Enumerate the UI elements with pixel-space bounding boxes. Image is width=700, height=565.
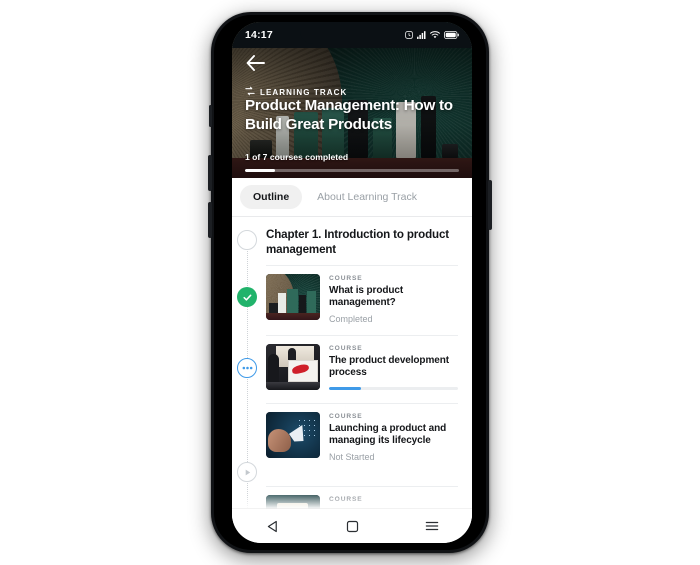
outline-list[interactable]: Chapter 1. Introduction to product manag… xyxy=(232,217,472,520)
hero-progress-label: 1 of 7 courses completed xyxy=(245,152,349,162)
phone-frame: LEARNING TRACK Product Management: How t… xyxy=(208,12,492,553)
course-kicker: COURSE xyxy=(329,496,363,503)
course-thumbnail xyxy=(266,344,320,390)
status-icons xyxy=(395,26,459,44)
course-row-launching-a-product[interactable]: COURSE Launching a product and managing … xyxy=(266,403,458,462)
course-name: Launching a product and managing its lif… xyxy=(329,423,447,447)
volume-down-button[interactable] xyxy=(208,202,212,238)
mute-switch[interactable] xyxy=(209,105,212,127)
nav-home-icon[interactable] xyxy=(332,513,372,539)
hero-progress-fill xyxy=(245,169,275,172)
in-progress-dots-icon xyxy=(242,366,252,370)
wifi-icon xyxy=(430,26,440,44)
android-nav-bar xyxy=(232,509,472,543)
course-thumbnail xyxy=(266,412,320,458)
check-icon xyxy=(242,294,251,301)
course-row-the-product-development-process[interactable]: COURSE The product development process xyxy=(266,335,458,391)
cellular-signal-icon xyxy=(417,26,426,44)
course-name: What is product management? xyxy=(329,285,404,309)
hand-digital-rocket-thumbnail xyxy=(266,412,320,458)
phone-screen: LEARNING TRACK Product Management: How t… xyxy=(232,22,472,543)
tab-bar: Outline About Learning Track xyxy=(232,178,472,216)
photo-studio-monitor-thumbnail xyxy=(266,344,320,390)
course-status: Completed xyxy=(329,313,373,324)
volume-up-button[interactable] xyxy=(208,155,212,191)
course-row-what-is-product-management[interactable]: COURSE What is product management? Compl… xyxy=(266,265,458,324)
power-button[interactable] xyxy=(488,180,492,230)
course-progress-fill xyxy=(329,386,362,391)
green-product-bottles-thumbnail xyxy=(266,274,320,320)
nav-back-icon[interactable] xyxy=(252,513,292,539)
alarm-icon xyxy=(405,26,413,44)
timeline-node-in-progress xyxy=(237,358,257,378)
course-kicker: COURSE xyxy=(329,275,363,282)
course-status: Not Started xyxy=(329,451,375,462)
play-icon xyxy=(245,469,250,475)
timeline-node-chapter xyxy=(237,230,257,250)
back-arrow-icon[interactable] xyxy=(242,50,268,76)
course-progress-bar xyxy=(329,386,458,391)
nav-recents-icon[interactable] xyxy=(412,513,452,539)
timeline-node-completed xyxy=(237,287,257,307)
hero-progress-bar xyxy=(245,169,459,172)
course-name: The product development process xyxy=(329,355,449,379)
course-kicker: COURSE xyxy=(329,345,363,352)
tab-about-learning-track[interactable]: About Learning Track xyxy=(304,185,430,209)
battery-icon xyxy=(444,26,459,44)
course-meta: COURSE What is product management? Compl… xyxy=(329,274,458,324)
course-meta: COURSE The product development process xyxy=(329,344,458,391)
course-thumbnail xyxy=(266,274,320,320)
page-title: Product Management: How to Build Great P… xyxy=(245,97,453,133)
course-meta: COURSE Launching a product and managing … xyxy=(329,412,458,462)
phone-notch xyxy=(300,22,404,44)
status-time: 14:17 xyxy=(245,29,273,41)
tab-outline[interactable]: Outline xyxy=(240,185,303,209)
course-kicker: COURSE xyxy=(329,413,363,420)
timeline-node-not-started xyxy=(237,462,257,482)
chapter-title: Chapter 1. Introduction to product manag… xyxy=(266,228,449,256)
